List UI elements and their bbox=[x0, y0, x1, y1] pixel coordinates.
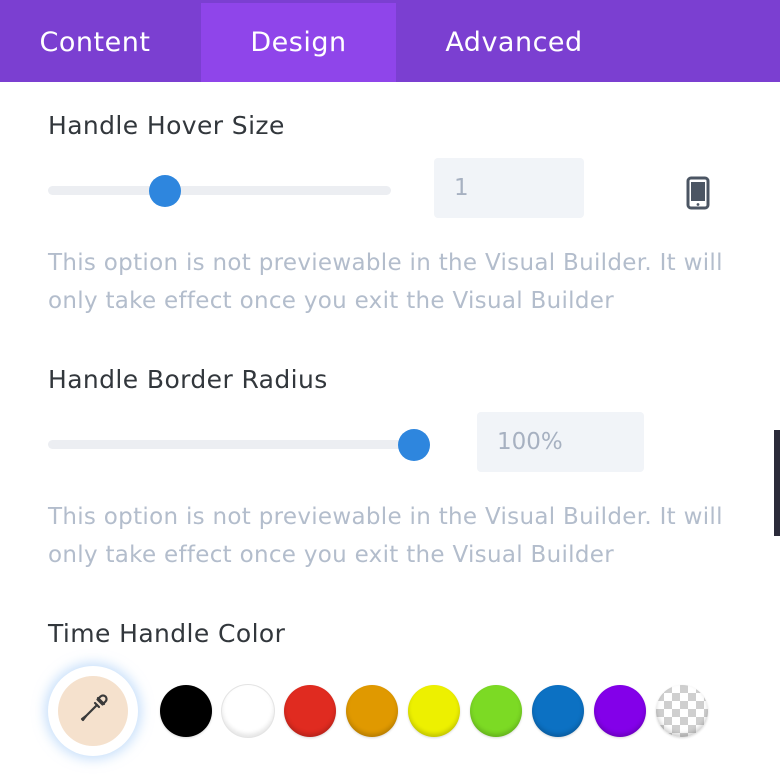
color-swatch-white[interactable] bbox=[222, 685, 274, 737]
eyedropper-icon bbox=[76, 692, 110, 730]
handle-border-radius-description: This option is not previewable in the Vi… bbox=[48, 504, 723, 568]
color-swatch-orange[interactable] bbox=[346, 685, 398, 737]
handle-hover-size-slider-track[interactable] bbox=[48, 175, 391, 207]
color-swatch-green[interactable] bbox=[470, 685, 522, 737]
handle-hover-size-input[interactable] bbox=[434, 158, 584, 218]
color-swatch-transparent[interactable] bbox=[656, 685, 708, 737]
handle-border-radius-slider-track[interactable] bbox=[48, 429, 430, 461]
tab-design[interactable]: Design bbox=[201, 3, 396, 82]
color-picker-preview bbox=[58, 676, 128, 746]
tab-bar: Content Design Advanced bbox=[0, 0, 780, 82]
handle-hover-size-slider-handle[interactable] bbox=[149, 175, 181, 207]
color-swatch-blue[interactable] bbox=[532, 685, 584, 737]
tab-content[interactable]: Content bbox=[0, 3, 190, 82]
handle-border-radius-slider-handle[interactable] bbox=[398, 429, 430, 461]
color-swatch-purple[interactable] bbox=[594, 685, 646, 737]
time-handle-color-label: Time Handle Color bbox=[48, 619, 286, 648]
scrollbar[interactable] bbox=[774, 430, 780, 536]
handle-border-radius-label: Handle Border Radius bbox=[48, 365, 328, 394]
color-swatch-yellow[interactable] bbox=[408, 685, 460, 737]
phone-icon[interactable] bbox=[686, 176, 710, 214]
handle-hover-size-label: Handle Hover Size bbox=[48, 111, 285, 140]
handle-hover-size-description: This option is not previewable in the Vi… bbox=[48, 250, 723, 314]
handle-border-radius-input[interactable] bbox=[477, 412, 644, 472]
tab-advanced[interactable]: Advanced bbox=[410, 3, 618, 82]
color-swatch-red[interactable] bbox=[284, 685, 336, 737]
color-swatch-black[interactable] bbox=[160, 685, 212, 737]
color-picker-button[interactable] bbox=[48, 666, 138, 756]
